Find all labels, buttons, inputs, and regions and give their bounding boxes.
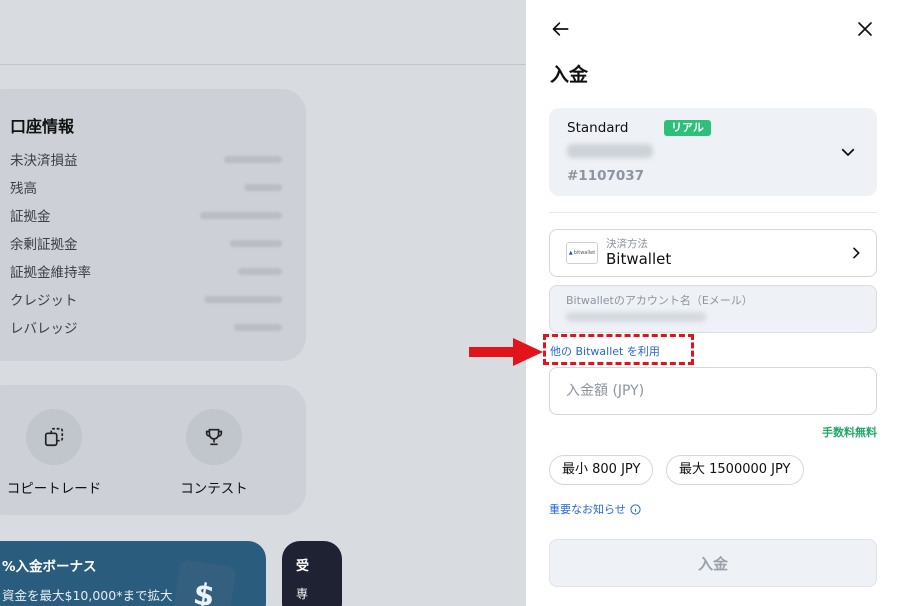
deposit-amount-input[interactable] (549, 367, 877, 415)
second-promo-banner[interactable]: 受 専 (282, 541, 342, 606)
fee-free-label: 手数料無料 (822, 426, 877, 439)
masked-value (224, 156, 282, 163)
promo2-subtitle: 専 (296, 587, 309, 601)
close-button[interactable] (852, 16, 878, 42)
account-info-row: クレジット (10, 289, 282, 309)
contest-action[interactable]: コンテスト (154, 409, 274, 497)
account-number: #1107037 (567, 168, 645, 184)
trophy-icon (186, 409, 242, 465)
account-info-row: 証拠金維持率 (10, 261, 282, 281)
arrow-left-icon (552, 22, 569, 36)
email-field-label: Bitwalletのアカウント名（Eメール） (566, 294, 753, 307)
deposit-panel: 入金 Standard リアル #1107037 ▲ bitwallet 決済方法… (526, 0, 900, 606)
account-info-row: 残高 (10, 177, 282, 197)
close-icon (858, 22, 872, 36)
deposit-submit-button[interactable]: 入金 (549, 539, 877, 587)
copy-trade-label: コピートレード (6, 481, 102, 497)
header-divider (0, 64, 526, 65)
masked-value (230, 240, 282, 247)
masked-balance (567, 144, 653, 158)
contest-label: コンテスト (180, 481, 248, 497)
page-title: 入金 (550, 64, 589, 86)
bitwallet-email-field[interactable]: Bitwalletのアカウント名（Eメール） (549, 285, 877, 333)
bitwallet-logo: ▲ bitwallet (566, 242, 598, 264)
info-icon (630, 503, 641, 515)
chevron-down-icon (841, 148, 855, 156)
chevron-right-icon (853, 247, 860, 259)
account-info-row: 証拠金 (10, 205, 282, 225)
account-info-row: 未決済損益 (10, 149, 282, 169)
account-selector[interactable]: Standard リアル #1107037 (549, 108, 877, 196)
section-divider (549, 212, 877, 213)
promo-subtitle: 資金を最大$10,000*まで拡大 (2, 588, 173, 603)
masked-value (244, 184, 282, 191)
masked-value (234, 324, 282, 331)
masked-value (238, 268, 282, 275)
account-info-row: レバレッジ (10, 317, 282, 337)
dollar-cube-icon: $ (171, 559, 237, 606)
important-notice-link[interactable]: 重要なお知らせ (549, 501, 641, 517)
account-info-title: 口座情報 (10, 117, 75, 136)
back-button[interactable] (548, 16, 574, 42)
account-type: Standard (567, 120, 629, 136)
account-real-badge: リアル (664, 120, 711, 136)
promo2-title: 受 (296, 559, 310, 574)
max-amount-chip[interactable]: 最大 1500000 JPY (666, 455, 804, 485)
promo-title: %入金ボーナス (2, 559, 97, 575)
copy-icon (26, 409, 82, 465)
payment-method-caption: 決済方法 (606, 238, 648, 250)
deposit-bonus-banner[interactable]: %入金ボーナス 資金を最大$10,000*まで拡大 $ (0, 541, 266, 606)
red-arrow-annotation (469, 338, 543, 366)
masked-value (200, 212, 282, 219)
background-page: 口座情報 未決済損益 残高 証拠金 余剰証拠金 証拠金維持率 クレジット レバレ… (0, 0, 526, 606)
payment-method-name: Bitwallet (606, 250, 672, 268)
quick-actions-card: コピートレード コンテスト (0, 385, 306, 515)
use-other-bitwallet-link[interactable]: 他の Bitwallet を利用 (550, 343, 660, 359)
copy-trade-action[interactable]: コピートレード (0, 409, 114, 497)
notice-label: 重要なお知らせ (549, 503, 626, 516)
masked-email (566, 312, 706, 322)
account-info-card: 口座情報 未決済損益 残高 証拠金 余剰証拠金 証拠金維持率 クレジット レバレ… (0, 89, 306, 361)
masked-value (204, 296, 282, 303)
account-info-row: 余剰証拠金 (10, 233, 282, 253)
payment-method-selector[interactable]: ▲ bitwallet 決済方法 Bitwallet (549, 229, 877, 277)
min-amount-chip[interactable]: 最小 800 JPY (549, 455, 654, 485)
